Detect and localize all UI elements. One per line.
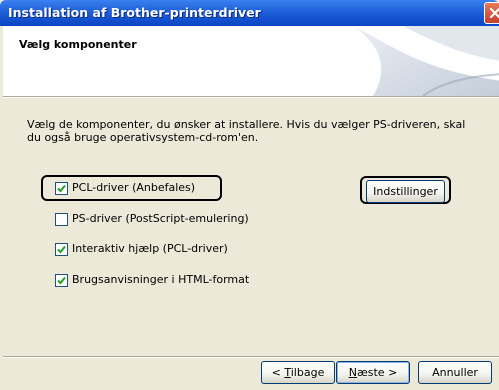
next-accel: N (348, 366, 357, 379)
checkmark-icon (57, 245, 66, 254)
settings-button[interactable]: Indstillinger (366, 180, 445, 203)
cancel-button[interactable]: Annuller (418, 361, 492, 384)
window-title: Installation af Brother-printerdriver (8, 5, 261, 20)
page-title: Vælg komponenter (19, 38, 137, 51)
option-label: Interaktiv hjælp (PCL-driver) (72, 242, 228, 255)
option-label: PCL-driver (Anbefales) (72, 181, 196, 194)
checkbox-pcl-driver[interactable] (55, 182, 68, 195)
next-label: æste > (356, 366, 398, 379)
checkbox-html-manuals[interactable] (55, 274, 68, 287)
next-button[interactable]: Næste > (336, 361, 410, 384)
checkmark-icon (57, 276, 66, 285)
option-label: PS-driver (PostScript-emulering) (72, 212, 249, 225)
close-button[interactable] (484, 2, 499, 24)
checkmark-icon (57, 184, 66, 193)
installer-window: Installation af Brother-printerdriver Væ… (0, 0, 499, 390)
back-prefix: < (271, 366, 285, 379)
title-bar[interactable]: Installation af Brother-printerdriver (0, 0, 499, 26)
wizard-header: Vælg komponenter (3, 26, 499, 96)
header-graphic (353, 26, 499, 96)
close-icon (489, 7, 499, 19)
header-separator (3, 96, 499, 98)
option-label: Brugsanvisninger i HTML-format (72, 273, 250, 286)
back-button[interactable]: < Tilbage (261, 361, 335, 384)
checkbox-interactive-help[interactable] (55, 243, 68, 256)
back-label: ilbage (290, 366, 325, 379)
description-text: Vælg de komponenter, du ønsker at instal… (27, 118, 466, 144)
checkbox-ps-driver[interactable] (55, 213, 68, 226)
footer-separator (3, 356, 499, 358)
